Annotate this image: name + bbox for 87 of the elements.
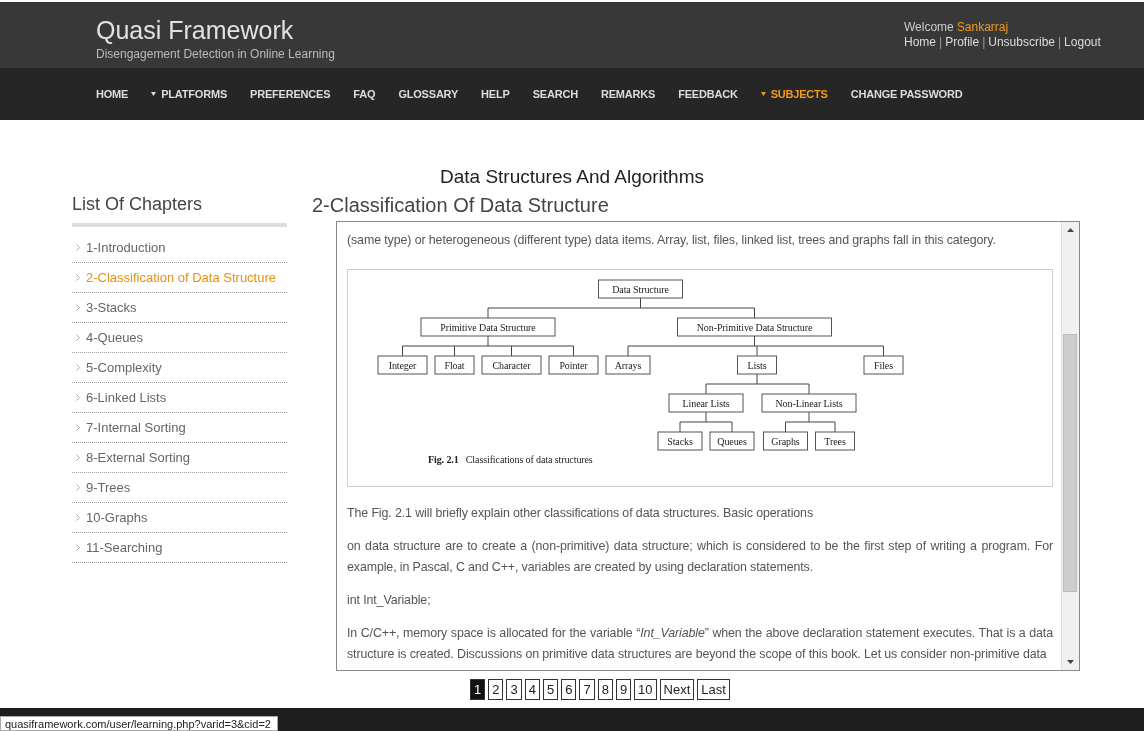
chapter-link[interactable]: 10-Graphs <box>72 503 287 533</box>
user-link[interactable]: Logout <box>1064 35 1101 49</box>
page-link[interactable]: 8 <box>597 679 613 700</box>
chapter-link[interactable]: 8-External Sorting <box>72 443 287 473</box>
page-link[interactable]: Last <box>697 679 730 700</box>
nav-item[interactable]: PLATFORMS <box>151 88 228 100</box>
diagram-node: Primitive Data Structure <box>420 317 556 337</box>
diagram-node: Non-Linear Lists <box>761 393 857 413</box>
user-link[interactable]: Home <box>904 35 936 49</box>
link-separator: | <box>939 35 943 49</box>
sidebar-title: List Of Chapters <box>72 194 287 227</box>
tree-connector <box>785 411 836 433</box>
page-link[interactable]: 3 <box>506 679 522 700</box>
nav-item[interactable]: CHANGE PASSWORD <box>850 88 963 100</box>
paragraph: The Fig. 2.1 will briefly explain other classifications of data structures. Basic operations <box>347 505 814 522</box>
chapter-link[interactable]: 6-Linked Lists <box>72 383 287 413</box>
chevron-icon <box>76 484 80 491</box>
tree-connector <box>679 411 733 433</box>
paragraph: on data structure are to create a (non-primitive) data structure; which is considered to be the first step of writing a program. For example, in Pascal, C and C++, variables are created by using declaration statements. <box>347 538 1053 576</box>
chevron-icon <box>76 394 80 401</box>
nav-item[interactable]: PREFERENCES <box>250 88 331 100</box>
page-link[interactable]: 6 <box>561 679 577 700</box>
chevron-icon <box>76 274 80 281</box>
diagram-node: Trees <box>815 431 855 451</box>
nav-item[interactable]: GLOSSARY <box>398 88 459 100</box>
diagram-node: Files <box>863 355 904 375</box>
nav-item[interactable]: SUBJECTS <box>760 88 828 100</box>
figure-caption: Fig. 2.1 Classifications of data structures <box>428 454 594 466</box>
chapter-link[interactable]: 7-Internal Sorting <box>72 413 287 443</box>
diagram-node: Character <box>481 355 542 375</box>
chapter-link[interactable]: 1-Introduction <box>72 233 287 263</box>
paragraph: (same type) or heterogeneous (different type) data items. Array, list, files, linked list, trees and graphs fall in this category. <box>347 232 997 249</box>
nav-item[interactable]: HELP <box>481 88 510 100</box>
diagram-node: Linear Lists <box>668 393 744 413</box>
nav-item[interactable]: HOME <box>96 88 129 100</box>
page-link[interactable]: Next <box>659 679 695 700</box>
nav-item[interactable]: REMARKS <box>600 88 656 100</box>
page-link[interactable]: 2 <box>488 679 504 700</box>
paragraph: int Int_Variable; <box>347 592 432 609</box>
lesson-title: 2-Classification Of Data Structure <box>312 194 610 217</box>
chevron-icon <box>76 334 80 341</box>
diagram-node: Data Structure <box>598 279 683 299</box>
welcome-text: Welcome <box>904 20 954 34</box>
scrollbar[interactable] <box>1061 222 1079 670</box>
nav-item[interactable]: FAQ <box>353 88 376 100</box>
caret-icon <box>760 92 766 96</box>
chevron-icon <box>76 424 80 431</box>
site-title: Quasi Framework <box>96 16 295 44</box>
chevron-icon <box>76 514 80 521</box>
diagram-node: Non-Primitive Data Structure <box>677 317 832 337</box>
page-link[interactable]: 5 <box>542 679 559 700</box>
page-link[interactable]: 7 <box>579 679 595 700</box>
nav-item[interactable]: FEEDBACK <box>678 88 738 100</box>
user-link[interactable]: Unsubscribe <box>988 35 1055 49</box>
page-link[interactable]: 10 <box>634 679 657 700</box>
page-link[interactable]: 1 <box>470 679 486 700</box>
chevron-icon <box>76 304 80 311</box>
chapter-link[interactable]: 5-Complexity <box>72 353 287 383</box>
page-link[interactable]: 4 <box>524 679 540 700</box>
diagram-node: Stacks <box>657 431 703 451</box>
diagram-node: Graphs <box>763 431 808 451</box>
diagram-node: Lists <box>737 355 777 375</box>
diagram-node: Arrays <box>605 355 651 375</box>
page-link[interactable]: 9 <box>615 679 632 700</box>
diagram-node: Queues <box>709 431 755 451</box>
diagram-node: Float <box>434 355 475 375</box>
status-url: quasiframework.com/user/learning.php?varid=3&cid=2 <box>0 716 278 731</box>
site-subtitle: Disengagement Detection in Online Learning <box>96 47 335 61</box>
chevron-icon <box>76 244 80 251</box>
chapter-link[interactable]: 11-Searching <box>72 533 287 563</box>
chevron-icon <box>76 364 80 371</box>
chapter-link[interactable]: 3-Stacks <box>72 293 287 323</box>
diagram-node: Pointer <box>548 355 599 375</box>
chapter-link[interactable]: 9-Trees <box>72 473 287 503</box>
diagram-node: Integer <box>377 355 428 375</box>
scrollbar-thumb[interactable] <box>1063 334 1077 592</box>
link-separator: | <box>982 35 986 49</box>
nav-item[interactable]: SEARCH <box>532 88 578 100</box>
paragraph: In C/C++, memory space is allocated for the variable “Int_Variable” when the above declaration statement executes. That is a data structure is created. Discussions on primitive data structures are beyond the scope of this book. Let us consider non-primitive data <box>347 625 1053 663</box>
page-title: Data Structures And Algorithms <box>439 166 705 188</box>
chevron-icon <box>76 544 80 551</box>
user-link[interactable]: Profile <box>945 35 980 49</box>
chapter-link[interactable]: 4-Queues <box>72 323 287 353</box>
caret-icon <box>151 92 157 96</box>
chevron-icon <box>76 454 80 461</box>
link-separator: | <box>1058 35 1062 49</box>
username-link[interactable]: Sankarraj <box>956 20 1009 34</box>
